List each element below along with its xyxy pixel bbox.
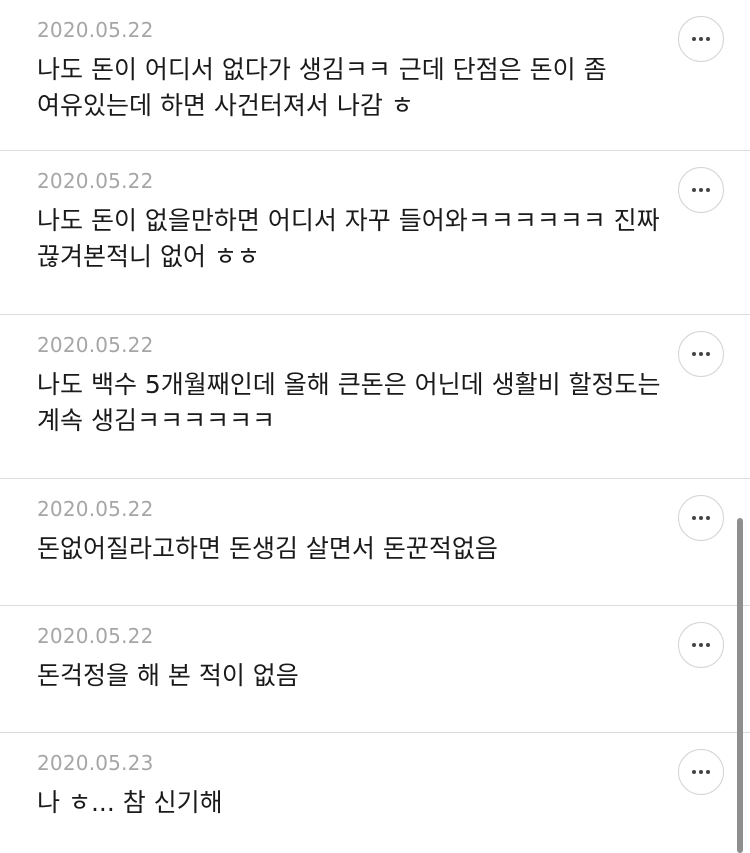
comment-date: 2020.05.22 <box>37 18 154 42</box>
more-horizontal-icon <box>692 770 710 774</box>
comment-item: 2020.05.22 나도 돈이 어디서 없다가 생김ㅋㅋ 근데 단점은 돈이 … <box>0 0 750 151</box>
comment-text: 나 ㅎ... 참 신기해 <box>37 788 223 817</box>
comment-date: 2020.05.22 <box>37 333 154 357</box>
more-options-button[interactable] <box>678 167 724 213</box>
more-horizontal-icon <box>692 352 710 356</box>
more-options-button[interactable] <box>678 749 724 795</box>
comment-text: 나도 백수 5개월째인데 올해 큰돈은 어닌데 생활비 할정도는 계속 생김ㅋㅋ… <box>37 370 661 435</box>
more-horizontal-icon <box>692 188 710 192</box>
comment-item: 2020.05.23 나 ㅎ... 참 신기해 <box>0 733 750 853</box>
comment-item: 2020.05.22 나도 돈이 없을만하면 어디서 자꾸 들어와ㅋㅋㅋㅋㅋㅋ … <box>0 151 750 315</box>
comment-text: 나도 돈이 없을만하면 어디서 자꾸 들어와ㅋㅋㅋㅋㅋㅋ 진짜 끊겨본적니 없어… <box>37 206 660 271</box>
comment-item: 2020.05.22 돈걱정을 해 본 적이 없음 <box>0 606 750 733</box>
more-horizontal-icon <box>692 37 710 41</box>
more-options-button[interactable] <box>678 331 724 377</box>
comment-text: 돈걱정을 해 본 적이 없음 <box>37 661 299 690</box>
comment-date: 2020.05.23 <box>37 751 154 775</box>
comment-date: 2020.05.22 <box>37 169 154 193</box>
comment-text: 돈없어질라고하면 돈생김 살면서 돈꾼적없음 <box>37 534 498 563</box>
comment-date: 2020.05.22 <box>37 624 154 648</box>
more-horizontal-icon <box>692 643 710 647</box>
more-horizontal-icon <box>692 516 710 520</box>
more-options-button[interactable] <box>678 495 724 541</box>
comment-date: 2020.05.22 <box>37 497 154 521</box>
comment-item: 2020.05.22 돈없어질라고하면 돈생김 살면서 돈꾼적없음 <box>0 479 750 606</box>
comment-list: 2020.05.22 나도 돈이 어디서 없다가 생김ㅋㅋ 근데 단점은 돈이 … <box>0 0 750 853</box>
comment-text: 나도 돈이 어디서 없다가 생김ㅋㅋ 근데 단점은 돈이 좀 여유있는데 하면 … <box>37 55 607 120</box>
scrollbar-thumb[interactable] <box>737 518 743 853</box>
more-options-button[interactable] <box>678 622 724 668</box>
more-options-button[interactable] <box>678 16 724 62</box>
comment-item: 2020.05.22 나도 백수 5개월째인데 올해 큰돈은 어닌데 생활비 할… <box>0 315 750 479</box>
